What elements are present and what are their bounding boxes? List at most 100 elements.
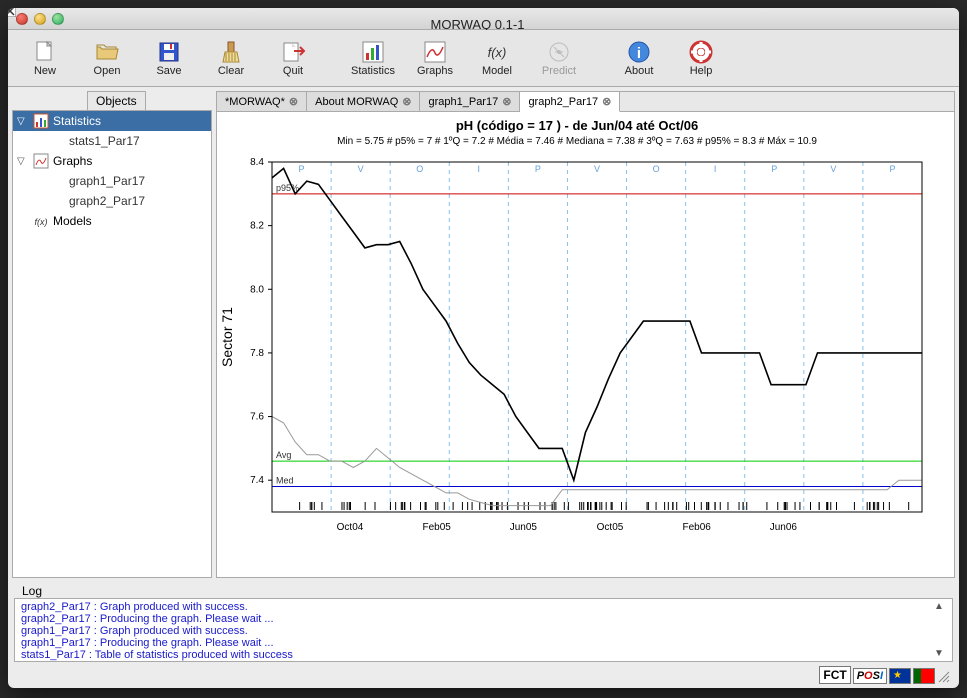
new-button[interactable]: New xyxy=(16,34,74,82)
tree-graphs[interactable]: ▽Graphs xyxy=(13,151,211,171)
sidebar: Objects ▽Statisticsstats1_Par17▽Graphsgr… xyxy=(12,91,212,578)
chart-subtitle: Min = 5.75 # p5% = 7 # 1ºQ = 7.2 # Média… xyxy=(337,136,817,147)
period-marker: I xyxy=(478,164,481,174)
ytick-label: 7.4 xyxy=(250,475,264,486)
tab-bar: *MORWAQ*⊗About MORWAQ⊗graph1_Par17⊗graph… xyxy=(217,92,954,112)
predict-icon xyxy=(546,39,572,65)
statistics-icon xyxy=(33,113,49,129)
tree-item-graph1_Par17[interactable]: graph1_Par17 xyxy=(13,171,211,191)
graphs-button[interactable]: Graphs xyxy=(406,34,464,82)
tree-item-stats1_Par17[interactable]: stats1_Par17 xyxy=(13,131,211,151)
log-line: graph2_Par17 : Producing the graph. Plea… xyxy=(21,613,932,625)
model-button[interactable]: f(x)Model xyxy=(468,34,526,82)
blank-icon xyxy=(49,193,65,209)
logo-posi: POSI xyxy=(853,668,887,684)
xtick-label: Feb05 xyxy=(422,522,451,533)
logo-eu: ★ xyxy=(889,668,911,684)
logo-pt xyxy=(913,668,935,684)
xtick-label: Jun06 xyxy=(770,522,798,533)
close-tab-icon[interactable]: ⊗ xyxy=(602,95,611,108)
main-panel: *MORWAQ*⊗About MORWAQ⊗graph1_Par17⊗graph… xyxy=(216,91,955,578)
about-button[interactable]: iAbout xyxy=(610,34,668,82)
period-marker: V xyxy=(358,164,364,174)
predict-button: Predict xyxy=(530,34,588,82)
svg-text:f(x): f(x) xyxy=(35,217,48,227)
period-marker: O xyxy=(416,164,423,174)
titlebar: MORWAQ 0.1-1 xyxy=(8,8,959,30)
svg-text:i: i xyxy=(637,45,641,62)
chart-svg: pH (código = 17 ) - de Jun/04 até Oct/06… xyxy=(217,112,937,552)
help-button[interactable]: Help xyxy=(672,34,730,82)
tree-item-graph2_Par17[interactable]: graph2_Par17 xyxy=(13,191,211,211)
statistics-button[interactable]: Statistics xyxy=(344,34,402,82)
logo-fct: FCT xyxy=(819,666,850,684)
models-icon: f(x) xyxy=(33,213,49,229)
graphs-icon xyxy=(33,153,49,169)
x11-icon xyxy=(8,8,16,17)
new-icon xyxy=(32,39,58,65)
open-icon xyxy=(94,39,120,65)
xtick-label: Oct05 xyxy=(597,522,624,533)
close-tab-icon[interactable]: ⊗ xyxy=(502,95,511,108)
log-line: graph1_Par17 : Producing the graph. Plea… xyxy=(21,637,932,649)
ytick-label: 8.0 xyxy=(250,284,264,295)
tab-AboutMORWAQ[interactable]: About MORWAQ⊗ xyxy=(307,92,420,111)
objects-header: Objects xyxy=(87,91,146,110)
app-window: MORWAQ 0.1-1 NewOpenSaveClearQuit Statist… xyxy=(8,8,959,688)
tree-statistics[interactable]: ▽Statistics xyxy=(13,111,211,131)
log-section: Log graph2_Par17 : Graph produced with s… xyxy=(8,582,959,666)
blank-icon xyxy=(49,173,65,189)
window-title: MORWAQ 0.1-1 xyxy=(8,8,951,32)
xtick-label: Feb06 xyxy=(682,522,711,533)
disclosure-icon[interactable]: ▽ xyxy=(17,116,29,127)
period-marker: P xyxy=(299,164,305,174)
open-button[interactable]: Open xyxy=(78,34,136,82)
ytick-label: 8.2 xyxy=(250,221,264,232)
disclosure-icon[interactable]: ▽ xyxy=(17,156,29,167)
log-line: graph2_Par17 : Graph produced with succe… xyxy=(21,601,932,613)
chart-area: pH (código = 17 ) - de Jun/04 até Oct/06… xyxy=(217,112,954,577)
statistics-icon xyxy=(360,39,386,65)
chart-title: pH (código = 17 ) - de Jun/04 até Oct/06 xyxy=(456,118,698,133)
tab-graph2Par17[interactable]: graph2_Par17⊗ xyxy=(520,92,620,112)
ytick-label: 7.8 xyxy=(250,348,264,359)
scroll-down-icon[interactable]: ▼ xyxy=(932,648,946,659)
resize-handle-icon[interactable] xyxy=(937,670,951,684)
log-scrollbar[interactable]: ▲ ▼ xyxy=(932,601,946,659)
graphs-icon xyxy=(422,39,448,65)
save-button[interactable]: Save xyxy=(140,34,198,82)
period-marker: P xyxy=(535,164,541,174)
clear-button[interactable]: Clear xyxy=(202,34,260,82)
log-box[interactable]: graph2_Par17 : Graph produced with succe… xyxy=(14,598,953,662)
tab-graph1Par17[interactable]: graph1_Par17⊗ xyxy=(420,92,520,111)
log-line: graph1_Par17 : Graph produced with succe… xyxy=(21,625,932,637)
scroll-up-icon[interactable]: ▲ xyxy=(932,601,946,612)
tree-models[interactable]: f(x)Models xyxy=(13,211,211,231)
refline-label: Med xyxy=(276,476,294,486)
log-line: stats1_Par17 : Table of statistics produ… xyxy=(21,649,932,661)
save-icon xyxy=(156,39,182,65)
ytick-label: 8.4 xyxy=(250,157,264,168)
quit-button[interactable]: Quit xyxy=(264,34,322,82)
chart-ylabel: Sector 71 xyxy=(219,307,235,367)
quit-icon xyxy=(280,39,306,65)
xtick-label: Oct04 xyxy=(337,522,364,533)
svg-text:f(x): f(x) xyxy=(488,45,507,60)
footer: FCT POSI ★ xyxy=(8,666,959,688)
period-marker: P xyxy=(889,164,895,174)
xtick-label: Jun05 xyxy=(510,522,538,533)
content-area: Objects ▽Statisticsstats1_Par17▽Graphsgr… xyxy=(8,87,959,582)
tab-MORWAQ[interactable]: *MORWAQ*⊗ xyxy=(217,92,307,111)
model-icon: f(x) xyxy=(484,39,510,65)
series-main xyxy=(272,168,922,480)
close-tab-icon[interactable]: ⊗ xyxy=(402,95,411,108)
ytick-label: 7.6 xyxy=(250,412,264,423)
blank-icon xyxy=(49,133,65,149)
period-marker: P xyxy=(771,164,777,174)
period-marker: V xyxy=(594,164,600,174)
about-icon: i xyxy=(626,39,652,65)
object-tree[interactable]: ▽Statisticsstats1_Par17▽Graphsgraph1_Par… xyxy=(12,110,212,578)
close-tab-icon[interactable]: ⊗ xyxy=(289,95,298,108)
log-label: Log xyxy=(22,584,953,598)
toolbar: NewOpenSaveClearQuitStatisticsGraphsf(x)… xyxy=(8,30,959,87)
